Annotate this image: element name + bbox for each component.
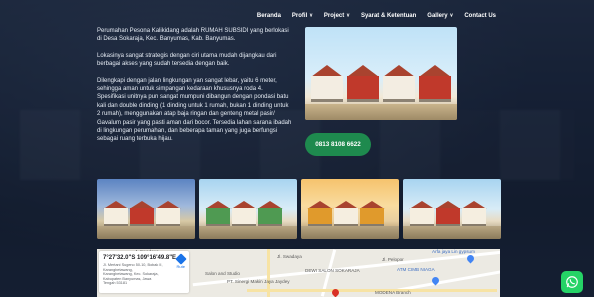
map-label: Jl. Swadaya [277, 254, 302, 259]
gallery-thumbnail[interactable] [199, 179, 297, 239]
map-coordinates: 7°27'32.0"S 109°16'49.8"E [103, 255, 177, 261]
chevron-down-icon: ∨ [449, 12, 454, 19]
map-label: Salon and Studio [205, 271, 240, 276]
nav-label: Profil [291, 13, 308, 19]
photo-gallery [97, 179, 501, 239]
whatsapp-icon [566, 276, 578, 288]
map-address: Jl. Mertani Sugeno 50-10, Bobak II, Kara… [103, 263, 163, 286]
description-text: Perumahan Pesona Kalikidang adalah RUMAH… [97, 27, 293, 152]
description-paragraph: Dilengkapi dengan jalan lingkungan yan s… [97, 77, 292, 143]
map-info-card: 7°27'32.0"S 109°16'49.8"E Jl. Mertani Su… [99, 251, 189, 293]
map-label: DEWI SALON SOKARAJA [305, 268, 360, 273]
nav-item-contact-us[interactable]: Contact Us [464, 13, 496, 19]
map-label: Jl. Pelopor [382, 257, 404, 262]
gallery-thumbnail[interactable] [301, 179, 399, 239]
route-button[interactable]: Rute [175, 253, 187, 269]
route-label: Rute [176, 264, 185, 269]
phone-button[interactable]: 0813 8108 6622 [305, 133, 371, 156]
location-map[interactable]: J. Swadaya Jl. Swadaya Jl. Pelopor DEWI … [97, 249, 500, 297]
map-label: PT. Sinergi Makin Jaya Jaydey [227, 279, 290, 284]
nav-label: Project [323, 13, 345, 19]
map-label: MODENA Branch [375, 290, 411, 295]
map-label: ATM CIMB NIAGA [397, 267, 435, 272]
nav-item-gallery[interactable]: Gallery ∨ [427, 12, 454, 20]
housing-photo [305, 27, 457, 120]
nav-label: Syarat & Ketentuan [360, 13, 417, 19]
gallery-thumbnail[interactable] [403, 179, 501, 239]
description-paragraph: Lokasinya sangat strategis dengan ciri u… [97, 52, 277, 68]
description-paragraph: Perumahan Pesona Kalikidang adalah RUMAH… [97, 28, 289, 43]
chevron-down-icon: ∨ [346, 12, 350, 19]
chevron-down-icon: ∨ [309, 12, 313, 19]
nav-label: Beranda [256, 13, 281, 19]
nav-label: Contact Us [464, 13, 496, 19]
nav-item-beranda[interactable]: Beranda [257, 13, 281, 19]
nav-item-profil[interactable]: Profil ∨ [291, 12, 313, 20]
nav-item-project[interactable]: Project ∨ [323, 12, 350, 20]
gallery-thumbnail[interactable] [97, 179, 195, 239]
phone-button-label: 0813 8108 6622 [315, 141, 361, 148]
directions-icon [175, 253, 187, 265]
page: Beranda Profil ∨ Project ∨ Syarat & Kete… [0, 0, 594, 297]
nav-label: Gallery [427, 13, 448, 19]
main-nav: Beranda Profil ∨ Project ∨ Syarat & Kete… [257, 12, 496, 20]
map-label: Arfa jaya Lin gypsum [432, 249, 475, 254]
whatsapp-button[interactable] [561, 271, 583, 293]
nav-item-syarat-ketentuan[interactable]: Syarat & Ketentuan [361, 13, 416, 19]
house-illustration [305, 65, 457, 105]
